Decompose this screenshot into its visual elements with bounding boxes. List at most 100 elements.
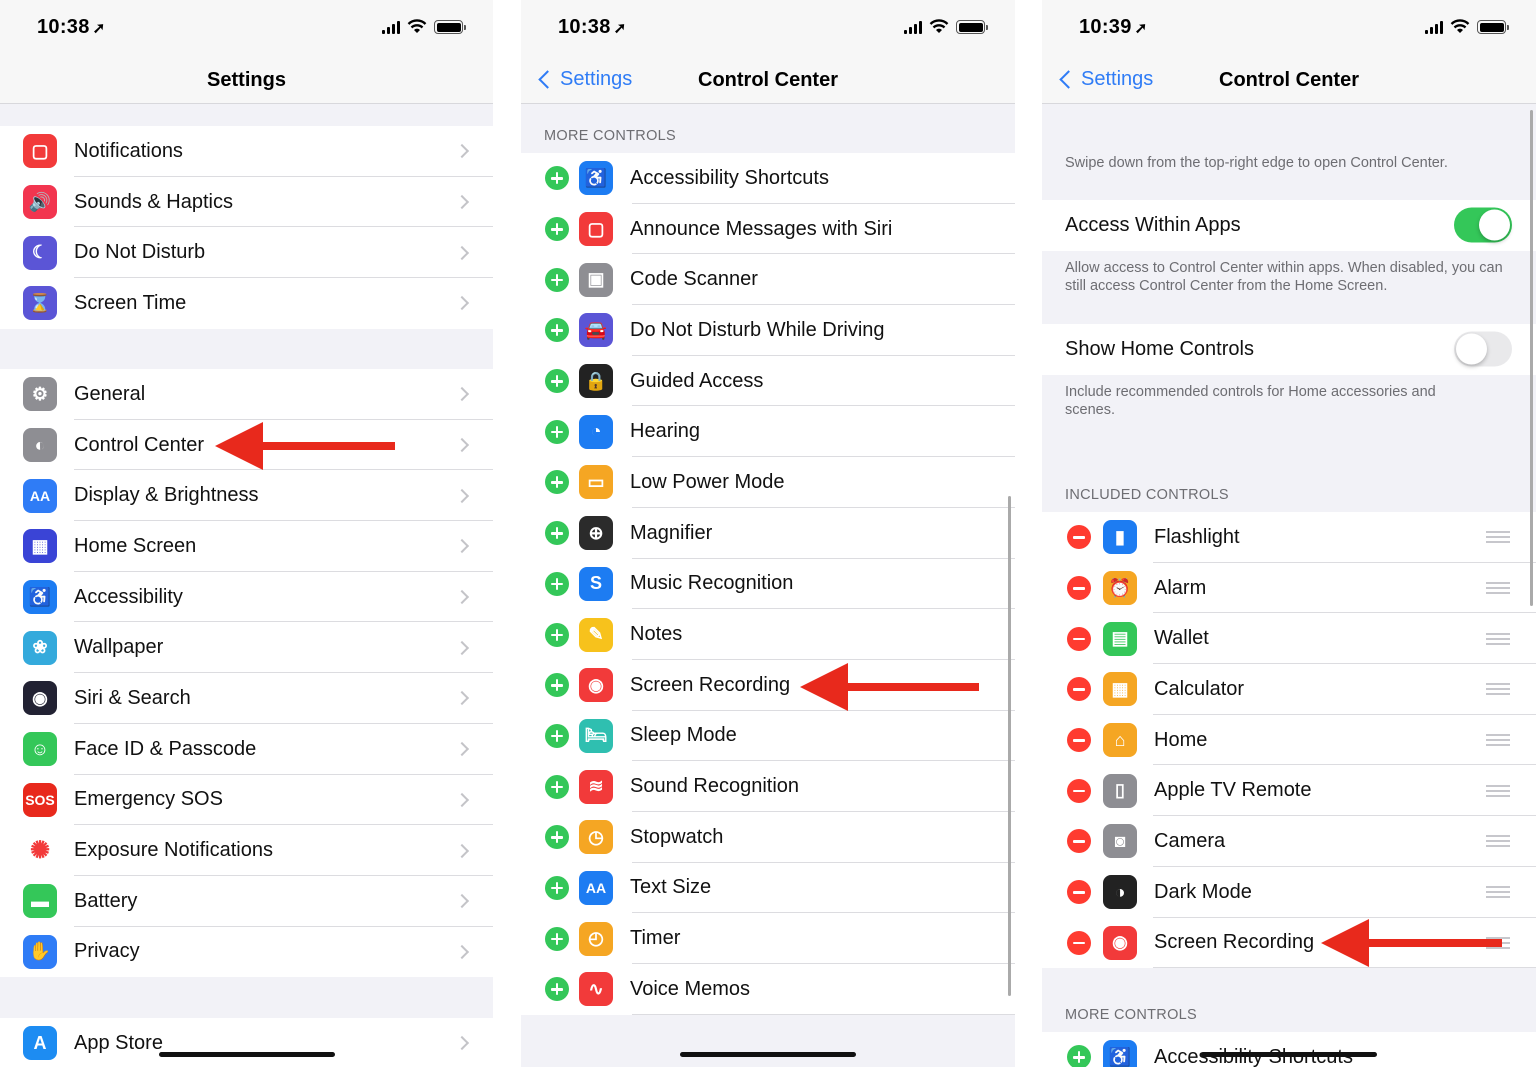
home-indicator xyxy=(158,1052,335,1057)
add-control-button[interactable] xyxy=(545,774,569,799)
row-label: Text Size xyxy=(630,876,712,899)
reorder-handle-icon[interactable] xyxy=(1486,782,1510,800)
reorder-handle-icon[interactable] xyxy=(1486,731,1510,749)
control-item-announce-messages-with-siri: ▢ Announce Messages with Siri xyxy=(521,204,1015,255)
show-home-controls-toggle[interactable] xyxy=(1454,331,1512,367)
row-label: Emergency SOS xyxy=(74,788,223,811)
settings-item-accessibility[interactable]: ♿ Accessibility xyxy=(0,572,493,623)
add-control-button[interactable] xyxy=(545,571,569,596)
settings-item-display-brightness[interactable]: AA Display & Brightness xyxy=(0,470,493,522)
row-label: Music Recognition xyxy=(630,572,794,595)
remove-control-button[interactable] xyxy=(1067,626,1091,651)
dark-mode-icon: ◑ xyxy=(1103,875,1137,910)
settings-item-general[interactable]: ⚙ General xyxy=(0,369,493,420)
row-label: Wallpaper xyxy=(74,636,164,659)
remove-control-button[interactable] xyxy=(1067,576,1091,601)
home-indicator xyxy=(1201,1052,1377,1057)
settings-item-app-store[interactable]: A App Store xyxy=(0,1018,493,1067)
chevron-right-icon xyxy=(454,296,470,311)
add-control-button[interactable] xyxy=(545,166,569,191)
row-label: Sounds & Haptics xyxy=(74,190,233,213)
row-label: Exposure Notifications xyxy=(74,839,273,862)
chevron-right-icon xyxy=(454,944,470,959)
add-control-button[interactable] xyxy=(545,723,569,748)
add-control-button[interactable] xyxy=(545,521,569,546)
settings-item-face-id-passcode[interactable]: ☺ Face ID & Passcode xyxy=(0,724,493,775)
add-control-button[interactable] xyxy=(545,318,569,343)
row-label: Sleep Mode xyxy=(630,724,737,747)
add-control-button[interactable] xyxy=(1067,1045,1091,1067)
battery-status-icon xyxy=(956,20,988,34)
toggles-icon: ◐ xyxy=(23,428,57,463)
settings-item-sounds-haptics[interactable]: 🔊 Sounds & Haptics xyxy=(0,177,493,228)
accessibility-icon: ♿ xyxy=(1103,1040,1137,1067)
control-item-apple-tv-remote: ▯ Apple TV Remote xyxy=(1042,765,1536,817)
settings-item-siri-search[interactable]: ◉ Siri & Search xyxy=(0,673,493,724)
settings-item-wallpaper[interactable]: ❀ Wallpaper xyxy=(0,622,493,674)
remove-control-button[interactable] xyxy=(1067,677,1091,702)
flower-icon: ❀ xyxy=(23,630,57,665)
add-control-button[interactable] xyxy=(545,825,569,850)
remove-control-button[interactable] xyxy=(1067,778,1091,803)
nav-bar: Settings Control Center xyxy=(521,56,1015,104)
add-control-button[interactable] xyxy=(545,267,569,292)
row-label: Do Not Disturb xyxy=(74,241,206,264)
battery-icon: ▬ xyxy=(23,884,57,919)
settings-screen: 10:38 ➚ Settings ▢ Notifications 🔊 Sounds & … xyxy=(0,0,493,1067)
reorder-handle-icon[interactable] xyxy=(1486,579,1510,597)
wifi-icon xyxy=(1450,19,1470,33)
control-item-text-size: AA Text Size xyxy=(521,863,1015,914)
row-label: Magnifier xyxy=(630,521,713,544)
remove-control-button[interactable] xyxy=(1067,525,1091,550)
remove-control-button[interactable] xyxy=(1067,930,1091,955)
add-control-button[interactable] xyxy=(545,977,569,1002)
reorder-handle-icon[interactable] xyxy=(1486,630,1510,648)
chevron-right-icon xyxy=(454,245,470,260)
settings-item-battery[interactable]: ▬ Battery xyxy=(0,876,493,927)
control-item-code-scanner: ▣ Code Scanner xyxy=(521,254,1015,306)
add-control-button[interactable] xyxy=(545,926,569,951)
remove-control-button[interactable] xyxy=(1067,728,1091,753)
notes-icon: ✎ xyxy=(579,617,613,652)
access-within-apps-toggle[interactable] xyxy=(1454,207,1512,243)
hand-icon: ✋ xyxy=(23,934,57,969)
scrollbar[interactable] xyxy=(1530,110,1533,606)
remove-control-button[interactable] xyxy=(1067,829,1091,854)
settings-item-home-screen[interactable]: ▦ Home Screen xyxy=(0,521,493,572)
add-control-button[interactable] xyxy=(545,875,569,900)
remove-control-button[interactable] xyxy=(1067,880,1091,905)
row-label: Screen Recording xyxy=(630,673,791,696)
reorder-handle-icon[interactable] xyxy=(1486,680,1510,698)
add-control-button[interactable] xyxy=(545,419,569,444)
accessibility-icon: ♿ xyxy=(579,161,613,196)
chevron-right-icon xyxy=(454,1036,470,1051)
row-label: Display & Brightness xyxy=(74,484,259,507)
control-center-more-screen: 10:38 ➚ Settings Control Center MORE CONT… xyxy=(521,0,1015,1067)
scrollbar[interactable] xyxy=(1008,496,1011,996)
control-item-stopwatch: ◷ Stopwatch xyxy=(521,812,1015,863)
settings-item-notifications[interactable]: ▢ Notifications xyxy=(0,126,493,177)
nav-bar: Settings xyxy=(0,56,493,104)
reorder-handle-icon[interactable] xyxy=(1486,832,1510,850)
settings-item-screen-time[interactable]: ⌛ Screen Time xyxy=(0,278,493,329)
record-icon: ◉ xyxy=(1103,925,1137,960)
section-header-more-controls: MORE CONTROLS xyxy=(544,128,676,144)
add-control-button[interactable] xyxy=(545,369,569,394)
settings-item-emergency-sos[interactable]: SOS Emergency SOS xyxy=(0,775,493,826)
control-item-notes: ✎ Notes xyxy=(521,609,1015,660)
settings-item-exposure-notifications[interactable]: ✺ Exposure Notifications xyxy=(0,825,493,876)
row-label: Announce Messages with Siri xyxy=(630,217,893,240)
reorder-handle-icon[interactable] xyxy=(1486,883,1510,901)
settings-item-do-not-disturb[interactable]: ☾ Do Not Disturb xyxy=(0,227,493,279)
car-icon: 🚘 xyxy=(579,313,613,348)
settings-item-privacy[interactable]: ✋ Privacy xyxy=(0,927,493,978)
gear-icon: ⚙ xyxy=(23,377,57,412)
add-control-button[interactable] xyxy=(545,470,569,495)
wifi-icon xyxy=(407,19,427,33)
add-control-button[interactable] xyxy=(545,217,569,242)
add-control-button[interactable] xyxy=(545,622,569,647)
reorder-handle-icon[interactable] xyxy=(1486,528,1510,546)
exposure-icon: ✺ xyxy=(23,833,57,868)
control-item-wallet: ▤ Wallet xyxy=(1042,613,1536,665)
add-control-button[interactable] xyxy=(545,673,569,698)
